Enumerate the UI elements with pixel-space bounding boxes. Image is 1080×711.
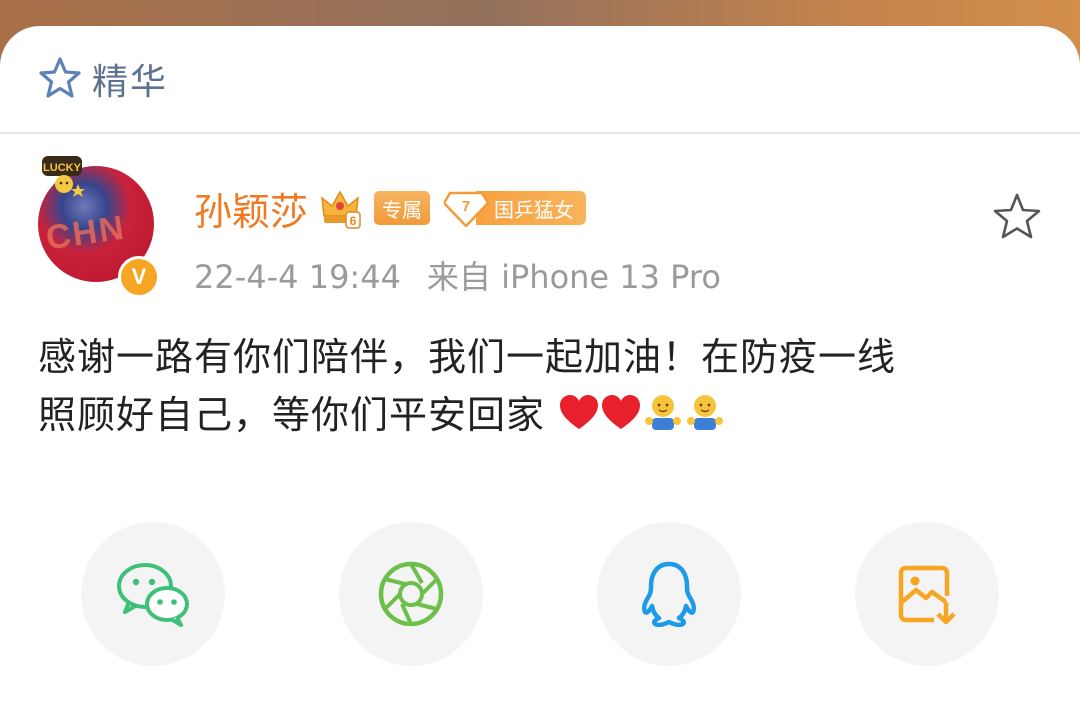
lucky-sticker-icon: LUCKY bbox=[42, 156, 85, 197]
qq-icon bbox=[641, 561, 697, 628]
verified-mark: V bbox=[131, 264, 147, 289]
post-source: 来自 iPhone 13 Pro bbox=[426, 258, 721, 296]
hug-emoji-icon bbox=[687, 395, 724, 430]
share-wechat-button[interactable] bbox=[81, 522, 225, 666]
red-heart-icon bbox=[560, 395, 599, 429]
wechat-icon bbox=[117, 563, 189, 627]
post-body: 感谢一路有你们陪伴，我们一起加油！在防疫一线 照顾好自己，等你们平安回家 bbox=[38, 328, 1042, 444]
star-outline-icon bbox=[39, 57, 81, 98]
fan-badge[interactable]: 7 国乒猛女 bbox=[444, 189, 587, 227]
share-moments-button[interactable] bbox=[339, 522, 483, 666]
avatar-text: CHN bbox=[43, 208, 128, 258]
share-qq-button[interactable] bbox=[597, 522, 741, 666]
exclusive-badge[interactable]: 专属 bbox=[374, 191, 431, 225]
post-text-line-2: 照顾好自己，等你们平安回家 bbox=[38, 386, 1042, 444]
verified-badge: V bbox=[118, 256, 160, 298]
post-text-line-1: 感谢一路有你们陪伴，我们一起加油！在防疫一线 bbox=[38, 335, 897, 379]
fan-badge-label: 国乒猛女 bbox=[476, 191, 587, 225]
red-heart-icon bbox=[602, 395, 641, 429]
fan-level-gem-icon: 7 bbox=[444, 191, 489, 227]
save-image-button[interactable] bbox=[855, 522, 999, 666]
fan-level: 7 bbox=[462, 198, 470, 215]
user-name[interactable]: 孙颖莎 bbox=[194, 181, 308, 236]
share-sheet: 精华 CHN LUCKY V 孙颖莎 6 专属 7 国乒猛女 22-4-4 19… bbox=[0, 26, 1080, 711]
hug-emoji-icon bbox=[645, 395, 682, 430]
lucky-text: LUCKY bbox=[43, 162, 82, 174]
avatar[interactable]: CHN LUCKY V bbox=[38, 148, 160, 298]
post-meta: 22-4-4 19:44 来自 iPhone 13 Pro bbox=[194, 252, 721, 298]
share-targets bbox=[0, 522, 1080, 672]
featured-label: 精华 bbox=[92, 62, 169, 103]
post-text-line-2-text: 照顾好自己，等你们平安回家 bbox=[38, 393, 546, 437]
save-image-icon bbox=[898, 565, 956, 625]
sheet-header: 精华 bbox=[0, 26, 1080, 134]
post-timestamp: 22-4-4 19:44 bbox=[194, 258, 401, 296]
featured-button[interactable]: 精华 bbox=[36, 54, 168, 104]
crown-icon: 6 bbox=[321, 190, 361, 229]
crown-level: 6 bbox=[350, 214, 357, 228]
favorite-star-icon[interactable] bbox=[990, 190, 1044, 244]
moments-icon bbox=[378, 561, 444, 627]
user-name-row: 孙颖莎 6 专属 7 国乒猛女 bbox=[194, 181, 587, 236]
